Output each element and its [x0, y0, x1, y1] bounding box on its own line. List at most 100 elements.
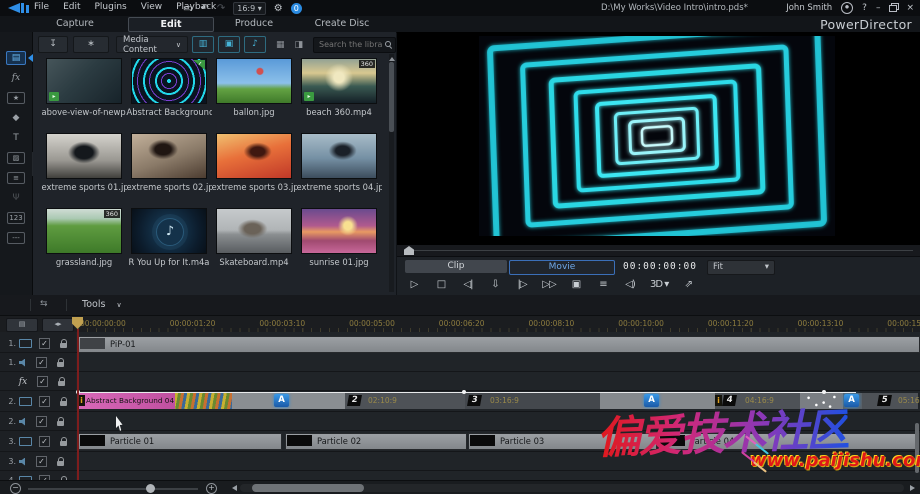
media-item[interactable]: ▸ above-view-of-newp... — [42, 58, 127, 117]
snapshot-button[interactable]: ▣ — [569, 279, 583, 290]
minimize-button[interactable]: – — [876, 3, 881, 13]
timeline-clip-particle[interactable]: Particle 03 — [468, 433, 657, 450]
filter-music-button[interactable]: ♪ — [243, 36, 266, 53]
menu-edit[interactable]: Edit — [63, 2, 80, 12]
volume-button[interactable]: ◁) — [623, 279, 637, 290]
effect-room[interactable]: fx — [0, 68, 32, 87]
restore-button[interactable] — [889, 4, 898, 12]
track-enable-checkbox[interactable]: ✓ — [39, 338, 50, 349]
close-button[interactable]: × — [906, 3, 914, 13]
chapter-room[interactable]: 123 — [0, 208, 32, 227]
tab-create-disc[interactable]: Create Disc — [296, 17, 388, 30]
aspect-ratio-dropdown[interactable]: 16:9 ▾ — [233, 2, 266, 15]
media-item[interactable]: extreme sports 02.jpg — [127, 133, 212, 192]
track-enable-checkbox[interactable]: ✓ — [39, 396, 50, 407]
clip-info-icon[interactable]: i — [78, 395, 85, 406]
timeline-zoom-slider[interactable] — [28, 488, 198, 490]
media-item[interactable]: ♪ R You Up for It.m4a — [127, 208, 212, 267]
seek-button[interactable]: ⇩ — [488, 279, 502, 290]
movie-mode-button[interactable]: Movie — [509, 260, 615, 275]
media-item[interactable]: ballon.jpg — [212, 58, 297, 117]
user-name[interactable]: John Smith — [786, 3, 832, 13]
zoom-out-button[interactable]: − — [10, 483, 21, 494]
media-room[interactable]: ▤ — [0, 48, 33, 67]
timeline-clip-particle[interactable]: Particle 01 — [78, 433, 282, 450]
scroll-left-icon[interactable] — [229, 485, 237, 491]
play-button[interactable]: ▷ — [407, 279, 421, 290]
tab-edit[interactable]: Edit — [128, 17, 214, 32]
timeline-marker-button[interactable]: ◂▸ — [42, 318, 74, 332]
track-enable-checkbox[interactable]: ✓ — [39, 436, 50, 447]
library-dropdown[interactable]: Media Content ∨ — [116, 35, 188, 55]
track-lock-icon[interactable] — [57, 456, 64, 466]
subtitle-room[interactable]: --- — [0, 228, 32, 247]
title-transition-icon[interactable]: A — [644, 394, 659, 407]
undock-button[interactable]: ⇗ — [681, 279, 695, 290]
timeline-clip-particle[interactable]: Particle 02 — [285, 433, 467, 450]
track-enable-checkbox[interactable]: ✓ — [37, 376, 48, 387]
track-lock-icon[interactable] — [57, 357, 64, 367]
media-item[interactable]: extreme sports 03.jpg — [212, 133, 297, 192]
filter-video-button[interactable]: ▥ — [191, 36, 214, 53]
import-media-button[interactable]: ↧ — [38, 36, 68, 53]
plugin-button[interactable]: ∗ — [73, 36, 109, 53]
scroll-up-icon[interactable] — [389, 54, 395, 61]
filter-photo-button[interactable]: ▣ — [217, 36, 240, 53]
scrollbar-thumb[interactable] — [389, 62, 394, 132]
track-enable-checkbox[interactable]: ✓ — [36, 416, 47, 427]
previous-frame-button[interactable]: ◁| — [461, 279, 475, 290]
select-mode-icon[interactable]: ▭ — [183, 3, 192, 14]
title-clip-2[interactable] — [345, 393, 465, 409]
media-item[interactable]: 360 ▸ beach 360.mp4 — [297, 58, 382, 117]
media-item[interactable]: sunrise 01.jpg — [297, 208, 382, 267]
menu-view[interactable]: View — [141, 2, 162, 12]
notification-badge[interactable]: 0 — [290, 3, 302, 14]
transition-room[interactable]: ▨ — [0, 148, 32, 167]
track-enable-checkbox[interactable]: ✓ — [36, 456, 47, 467]
timeline-clip-pip[interactable]: PiP-01 — [78, 336, 920, 353]
3d-button[interactable]: 3D ▾ — [650, 279, 669, 290]
particle-room[interactable]: ◆ — [0, 108, 32, 127]
media-item[interactable]: 360 grassland.jpg — [42, 208, 127, 267]
timeline-clip-particle[interactable]: Particle 04 — [658, 433, 920, 450]
user-avatar[interactable] — [841, 2, 854, 14]
fast-forward-button[interactable]: ▷▷ — [542, 279, 556, 290]
voiceover-room[interactable]: Ψ — [0, 188, 32, 207]
clip-mode-button[interactable]: Clip — [405, 260, 507, 273]
range-select-icon[interactable]: ⇆ — [40, 299, 48, 309]
media-item[interactable]: extreme sports 01.jpg — [42, 133, 127, 192]
scroll-right-icon[interactable] — [910, 485, 918, 491]
preview-quality-button[interactable]: ≡ — [596, 279, 610, 290]
title-room[interactable]: T — [0, 128, 32, 147]
search-box[interactable] — [313, 36, 396, 53]
scrollbar-thumb[interactable] — [252, 484, 364, 492]
pip-objects-room[interactable]: ★ — [0, 88, 32, 107]
tools-dropdown[interactable]: Tools ∨ — [82, 299, 122, 310]
grid-view-button[interactable]: ▦ — [276, 40, 285, 50]
media-item[interactable]: extreme sports 04.jpg — [297, 133, 382, 192]
track-lock-icon[interactable] — [60, 436, 67, 446]
undo-icon[interactable]: ↶ — [200, 3, 208, 14]
gear-icon[interactable]: ⚙ — [274, 3, 283, 14]
menu-file[interactable]: File — [34, 2, 49, 12]
menu-plugins[interactable]: Plugins — [95, 2, 127, 12]
timeline-view-button[interactable]: ▤ — [6, 318, 38, 332]
seek-track[interactable] — [405, 250, 913, 251]
zoom-fit-dropdown[interactable]: Fit ▾ — [707, 260, 775, 275]
stop-button[interactable]: □ — [434, 279, 448, 290]
zoom-in-button[interactable]: + — [206, 483, 217, 494]
title-clip-3[interactable] — [465, 393, 600, 409]
tab-produce[interactable]: Produce — [212, 17, 296, 30]
media-item[interactable]: Skateboard.mp4 — [212, 208, 297, 267]
seek-handle[interactable] — [404, 246, 414, 255]
vertical-scrollbar-thumb[interactable] — [915, 423, 919, 473]
zoom-slider-handle[interactable] — [146, 484, 155, 493]
redo-icon[interactable]: ↷ — [217, 3, 225, 14]
next-frame-button[interactable]: |▷ — [515, 279, 529, 290]
detail-view-button[interactable]: ◨ — [294, 40, 303, 50]
media-scrollbar[interactable] — [389, 54, 395, 292]
help-button[interactable]: ? — [862, 3, 867, 13]
track-lock-icon[interactable] — [57, 416, 64, 426]
timeline-ruler[interactable]: 00:00:00:00 00:00:01:20 00:00:03:10 00:00:0… — [0, 316, 920, 333]
clip-abstract-background[interactable]: Abstract Background 04 — [78, 393, 175, 409]
